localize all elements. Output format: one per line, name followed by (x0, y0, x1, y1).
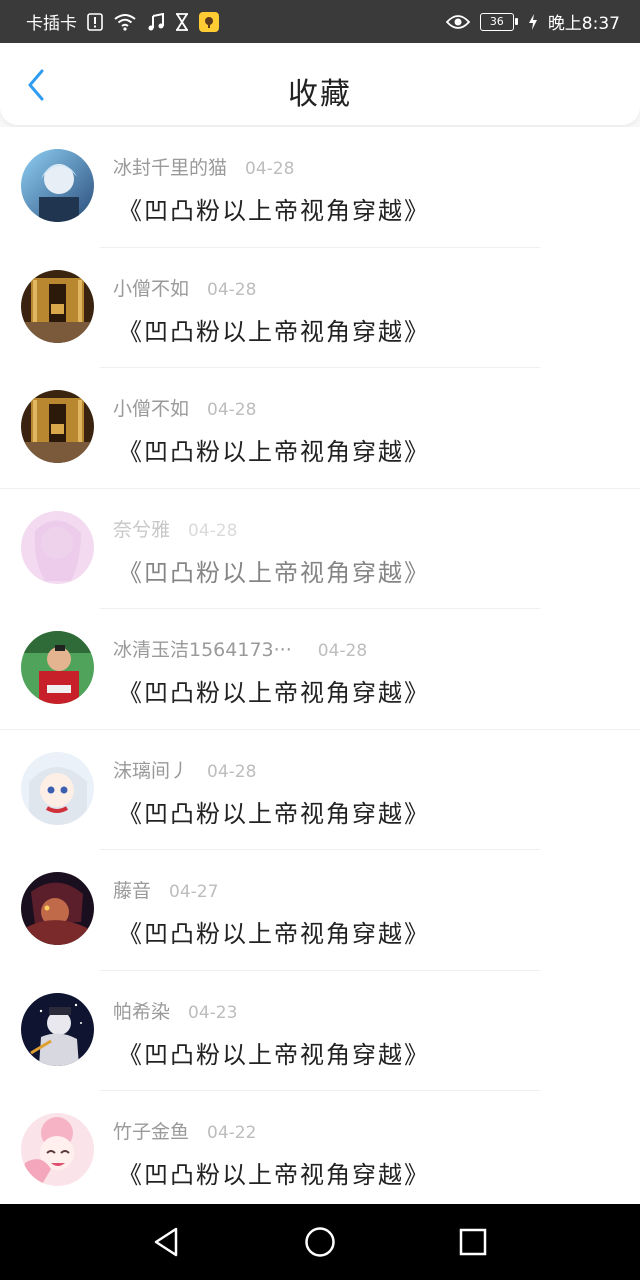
clock: 晚上8:37 (547, 14, 620, 34)
status-bar: 卡插卡 36 晚上8:37 (0, 0, 640, 43)
username: 帕希染 (113, 1000, 171, 1023)
date: 04-28 (245, 159, 295, 179)
avatar (21, 390, 94, 463)
username: 冰封千里的猫 (113, 157, 228, 179)
item-meta: 小僧不如 04-28 (113, 274, 256, 301)
item-meta: 沫璃间丿 04-28 (113, 756, 256, 783)
item-meta: 冰封千里的猫 04-28 (113, 153, 294, 180)
username: 冰清玉洁1564173··· (113, 639, 292, 661)
list-item[interactable]: 小僧不如 04-28 《凹凸粉以上帝视角穿越》 (0, 368, 640, 489)
system-nav-bar (0, 1204, 640, 1280)
avatar (21, 1113, 94, 1186)
eye-icon (445, 14, 470, 30)
list-item[interactable]: 奈兮雅 04-28 《凹凸粉以上帝视角穿越》 (0, 489, 640, 609)
book-title: 《凹凸粉以上帝视角穿越》 (118, 1040, 430, 1069)
list-item[interactable]: 竹子金鱼 04-22 《凹凸粉以上帝视角穿越》 (0, 1091, 640, 1204)
item-meta: 奈兮雅 04-28 (113, 515, 237, 542)
recents-square-icon (460, 1228, 487, 1256)
list-item[interactable]: 沫璃间丿 04-28 《凹凸粉以上帝视角穿越》 (0, 730, 640, 850)
avatar (21, 269, 94, 343)
username: 小僧不如 (113, 277, 190, 300)
date: 04-27 (169, 882, 219, 902)
date: 04-28 (207, 400, 257, 420)
nav-back-button[interactable] (137, 1212, 197, 1272)
book-title: 《凹凸粉以上帝视角穿越》 (118, 558, 430, 587)
favorites-list: 冰封千里的猫 04-28 《凹凸粉以上帝视角穿越》 小僧不如 04-28 《凹凸… (0, 127, 640, 1204)
home-circle-icon (305, 1227, 335, 1257)
carrier-label: 卡插卡 (26, 14, 77, 34)
list-item[interactable]: 藤音 04-27 《凹凸粉以上帝视角穿越》 (0, 850, 640, 971)
username: 藤音 (113, 880, 152, 902)
book-title: 《凹凸粉以上帝视角穿越》 (118, 799, 430, 828)
username: 竹子金鱼 (113, 1121, 190, 1143)
date: 04-28 (207, 761, 257, 782)
item-meta: 帕希染 04-23 (113, 997, 237, 1024)
item-meta: 藤音 04-27 (113, 876, 218, 903)
avatar (21, 992, 94, 1066)
book-title: 《凹凸粉以上帝视角穿越》 (118, 438, 430, 466)
avatar (21, 751, 94, 825)
charging-icon (528, 13, 538, 30)
item-meta: 竹子金鱼 04-22 (113, 1117, 256, 1144)
book-title: 《凹凸粉以上帝视角穿越》 (118, 317, 430, 346)
nav-home-button[interactable] (290, 1212, 350, 1272)
date: 04-28 (188, 520, 238, 541)
item-meta: 小僧不如 04-28 (113, 394, 256, 421)
avatar (21, 631, 94, 704)
music-icon (147, 12, 165, 31)
wifi-icon (113, 13, 137, 31)
list-item[interactable]: 小僧不如 04-28 《凹凸粉以上帝视角穿越》 (0, 248, 640, 368)
book-title: 《凹凸粉以上帝视角穿越》 (118, 679, 430, 707)
sim-alert-icon (87, 12, 103, 31)
list-item[interactable]: 冰封千里的猫 04-28 《凹凸粉以上帝视角穿越》 (0, 127, 640, 248)
book-title: 《凹凸粉以上帝视角穿越》 (118, 197, 430, 225)
username: 小僧不如 (113, 398, 190, 420)
book-title: 《凹凸粉以上帝视角穿越》 (118, 1161, 430, 1189)
avatar (21, 510, 94, 584)
page-title: 收藏 (288, 77, 352, 112)
nav-recents-button[interactable] (443, 1212, 503, 1272)
list-item[interactable]: 冰清玉洁1564173··· 04-28 《凹凸粉以上帝视角穿越》 (0, 609, 640, 730)
back-triangle-icon (154, 1227, 177, 1257)
hourglass-icon (175, 12, 189, 31)
avatar (21, 149, 94, 222)
date: 04-23 (188, 1002, 238, 1023)
battery-indicator: 36 (479, 12, 518, 31)
avatar (21, 872, 94, 945)
date: 04-22 (207, 1123, 257, 1143)
book-title: 《凹凸粉以上帝视角穿越》 (118, 920, 430, 948)
date: 04-28 (317, 641, 368, 661)
app-notification-icon (199, 11, 219, 32)
page-header: 收藏 (0, 43, 640, 125)
list-item[interactable]: 帕希染 04-23 《凹凸粉以上帝视角穿越》 (0, 971, 640, 1091)
username: 奈兮雅 (113, 518, 171, 541)
item-meta: 冰清玉洁1564173··· 04-28 (113, 635, 367, 662)
username: 沫璃间丿 (113, 759, 190, 782)
date: 04-28 (207, 279, 257, 300)
